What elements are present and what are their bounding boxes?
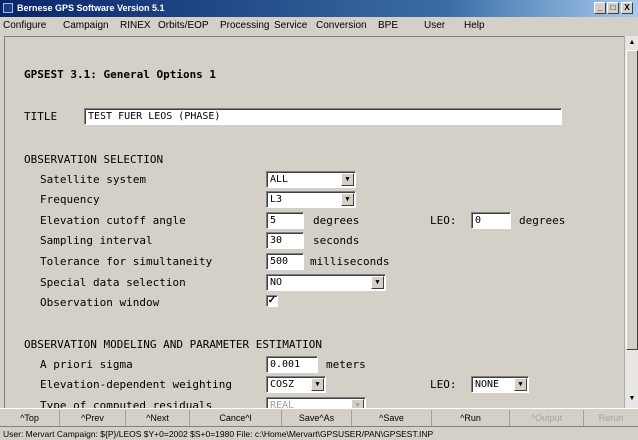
chevron-down-icon[interactable]: ▼ — [341, 173, 354, 186]
run-button[interactable]: ^Run — [432, 410, 510, 426]
observation-window-checkbox[interactable]: ✓ — [266, 295, 278, 307]
prev-button[interactable]: ^Prev — [60, 410, 126, 426]
status-bar: User: Mervart Campaign: ${P}/LEOS $Y+0=2… — [0, 426, 638, 440]
satellite-system-select[interactable]: ALL ▼ — [266, 171, 356, 188]
satellite-system-label: Satellite system — [40, 173, 146, 186]
next-button[interactable]: ^Next — [126, 410, 190, 426]
close-button[interactable]: X — [621, 2, 633, 14]
frequency-label: Frequency — [40, 193, 100, 206]
modeling-section-heading: OBSERVATION MODELING AND PARAMETER ESTIM… — [24, 338, 323, 351]
tolerance-unit: milliseconds — [310, 255, 390, 268]
minimize-button[interactable]: _ — [594, 2, 606, 14]
title-input[interactable]: TEST FUER LEOS (PHASE) — [84, 108, 562, 125]
top-button[interactable]: ^Top — [0, 410, 60, 426]
leo-elevation-input[interactable]: 0 — [471, 212, 511, 229]
special-data-label: Special data selection — [40, 276, 186, 289]
menu-configure[interactable]: Configure — [3, 17, 46, 35]
title-label: TITLE — [24, 110, 58, 123]
scroll-thumb[interactable] — [626, 50, 638, 350]
cancel-button[interactable]: Cance^l — [190, 410, 282, 426]
chevron-down-icon[interactable]: ▼ — [514, 378, 527, 391]
observation-window-label: Observation window — [40, 296, 160, 309]
elevation-weighting-select[interactable]: COSZ ▼ — [266, 376, 326, 393]
tolerance-label: Tolerance for simultaneity — [40, 255, 213, 268]
menu-service[interactable]: Service — [274, 17, 307, 35]
options-panel: GPSEST 3.1: General Options 1 TITLE TEST… — [4, 36, 624, 408]
sampling-interval-unit: seconds — [313, 234, 360, 247]
save-as-button[interactable]: Save^As — [282, 410, 352, 426]
observation-selection-heading: OBSERVATION SELECTION — [24, 153, 164, 166]
leo-weighting-label: LEO: — [430, 378, 457, 391]
leo-elevation-unit: degrees — [519, 214, 566, 227]
elevation-weighting-label: Elevation-dependent weighting — [40, 378, 233, 391]
vertical-scrollbar[interactable]: ▲ ▼ — [624, 36, 638, 408]
leo-weighting-select[interactable]: NONE ▼ — [471, 376, 529, 393]
a-priori-sigma-unit: meters — [326, 358, 366, 371]
menu-orbits-eop[interactable]: Orbits/EOP — [158, 17, 209, 35]
chevron-down-icon[interactable]: ▼ — [371, 276, 384, 289]
leo-elevation-label: LEO: — [430, 214, 457, 227]
window-title: Bernese GPS Software Version 5.1 — [17, 3, 165, 13]
menu-conversion[interactable]: Conversion — [316, 17, 367, 35]
scroll-down-icon[interactable]: ▼ — [626, 393, 638, 405]
window-titlebar: Bernese GPS Software Version 5.1 _ □ X — [0, 0, 638, 17]
elevation-cutoff-input[interactable]: 5 — [266, 212, 304, 229]
sampling-interval-label: Sampling interval — [40, 234, 153, 247]
output-button: ^Output — [510, 410, 584, 426]
menu-user[interactable]: User — [424, 17, 445, 35]
chevron-down-icon[interactable]: ▼ — [351, 399, 364, 408]
elevation-cutoff-unit: degrees — [313, 214, 360, 227]
menu-help[interactable]: Help — [464, 17, 485, 35]
a-priori-sigma-label: A priori sigma — [40, 358, 133, 371]
menu-bpe[interactable]: BPE — [378, 17, 398, 35]
menu-bar: Configure Campaign RINEX Orbits/EOP Proc… — [0, 17, 638, 35]
menu-campaign[interactable]: Campaign — [63, 17, 109, 35]
save-button[interactable]: ^Save — [352, 410, 432, 426]
chevron-down-icon[interactable]: ▼ — [311, 378, 324, 391]
rerun-button: Rerun — [598, 413, 624, 423]
maximize-button[interactable]: □ — [607, 2, 619, 14]
special-data-select[interactable]: NO ▼ — [266, 274, 386, 291]
chevron-down-icon[interactable]: ▼ — [341, 193, 354, 206]
computed-residuals-label: Type of computed residuals — [40, 399, 213, 408]
a-priori-sigma-input[interactable]: 0.001 — [266, 356, 318, 373]
computed-residuals-select[interactable]: REAL ▼ — [266, 397, 366, 408]
tolerance-input[interactable]: 500 — [266, 253, 304, 270]
bottom-button-bar: ^Top ^Prev ^Next Cance^l Save^As ^Save ^… — [0, 408, 638, 426]
sampling-interval-input[interactable]: 30 — [266, 232, 304, 249]
menu-rinex[interactable]: RINEX — [120, 17, 151, 35]
frequency-select[interactable]: L3 ▼ — [266, 191, 356, 208]
elevation-cutoff-label: Elevation cutoff angle — [40, 214, 186, 227]
app-icon — [3, 3, 13, 13]
scroll-up-icon[interactable]: ▲ — [626, 37, 638, 49]
menu-processing[interactable]: Processing — [220, 17, 269, 35]
panel-heading: GPSEST 3.1: General Options 1 — [24, 68, 217, 81]
